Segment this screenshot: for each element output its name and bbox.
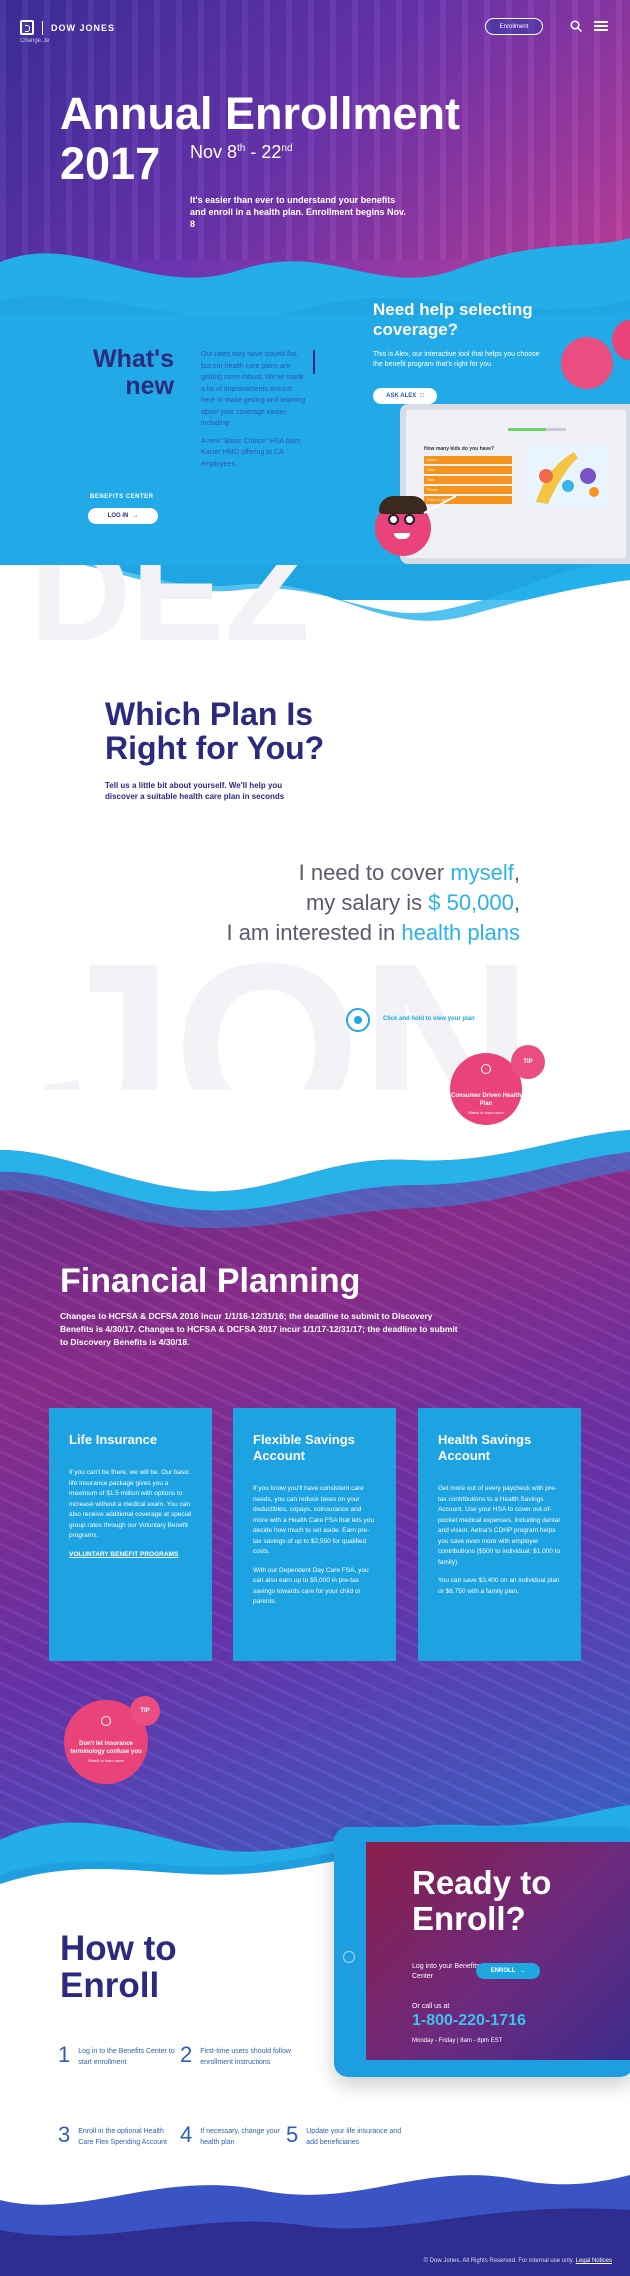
- tip-title: Consumer Driven Health Plan: [450, 1093, 522, 1107]
- login-button[interactable]: LOG IN →: [88, 508, 158, 524]
- press-hold-icon[interactable]: [346, 1008, 370, 1032]
- brand-subtitle: Change..te: [20, 38, 50, 44]
- help-title: Need help selecting coverage?: [373, 300, 533, 339]
- enroll-button[interactable]: ENROLL →: [476, 1963, 540, 1979]
- ask-alex-button[interactable]: ASK ALEX □: [373, 388, 437, 404]
- enroll-step: 3 Enroll in the optional Health Care Flex…: [58, 2122, 167, 2147]
- phone-number-link[interactable]: 1-800-220-1716: [412, 2012, 526, 2030]
- fsa-card: Flexible Savings Account If you know you…: [233, 1408, 396, 1661]
- coverage-selector[interactable]: myself: [450, 860, 514, 885]
- salary-selector[interactable]: $ 50,000: [428, 890, 514, 915]
- alex-eye: [388, 514, 399, 525]
- benefits-center-label: BENEFITS CENTER: [90, 494, 154, 500]
- life-insurance-card: Life Insurance If you can't be there, we…: [49, 1408, 212, 1661]
- financial-title: Financial Planning: [60, 1262, 361, 1300]
- enrollment-dates: Nov 8th - 22nd: [190, 142, 293, 162]
- enroll-step: 5 Update your life insurance and add bene…: [286, 2122, 402, 2147]
- hsa-card: Health Savings Account Get more out of e…: [418, 1408, 581, 1661]
- plan-description: Tell us a little bit about yourself. We'…: [105, 781, 285, 801]
- help-description: This is Alex, our interactive tool that …: [373, 351, 540, 368]
- footer: © Dow Jones. All Rights Reserved. For in…: [423, 2258, 612, 2264]
- tip-title: Don't let insurance terminology confuse …: [70, 1741, 142, 1755]
- tip-subtitle: Watch to learn more: [88, 1758, 124, 1763]
- enroll-step: 2 First-time users should follow enrollme…: [180, 2042, 291, 2067]
- financial-description: Changes to HCFSA & DCFSA 2016 incur 1/1/…: [60, 1311, 458, 1347]
- tip-badge: TIP: [511, 1045, 545, 1079]
- decorative-pink-circle: [561, 337, 613, 389]
- chat-bubble-icon: □: [420, 393, 424, 399]
- enroll-step: 4 If necessary, change your health plan: [180, 2122, 280, 2147]
- whats-new-text: Our rates may have stayed flat, but our …: [201, 351, 306, 468]
- answer-option: Three: [424, 486, 512, 494]
- progress-bar-empty: [546, 428, 566, 431]
- alex-hair: [379, 496, 427, 514]
- dow-jones-logo-icon: [20, 20, 34, 35]
- hero-title: Annual Enrollment: [60, 88, 461, 139]
- answer-option: Two: [424, 476, 512, 484]
- financial-top-wave: [0, 1090, 630, 1229]
- call-label: Or call us at: [412, 2003, 450, 2010]
- family-illustration: [528, 446, 608, 508]
- title-accent-bar: [313, 350, 315, 374]
- brand-logo[interactable]: DOW JONES: [20, 20, 115, 35]
- play-icon: [101, 1716, 111, 1726]
- login-instructions: Log into your Benefits Center: [412, 1963, 480, 1980]
- logo-separator: [42, 20, 43, 35]
- answer-option: Four or more: [424, 496, 512, 504]
- arrow-right-icon: →: [132, 513, 139, 519]
- ready-to-enroll-title: Ready to Enroll?: [412, 1864, 552, 1937]
- tablet-home-button: [343, 1951, 355, 1963]
- call-hours: Monday - Friday | 8am - 8pm EST: [412, 2038, 503, 2044]
- hero-year: 2017: [60, 138, 161, 189]
- progress-bar-filled: [508, 428, 546, 431]
- alex-eye: [404, 514, 415, 525]
- press-hold-label: Click and hold to view your plan: [383, 1016, 475, 1022]
- answer-option: One: [424, 466, 512, 474]
- laptop-question: How many kids do you have?: [424, 446, 495, 452]
- legal-notices-link[interactable]: Legal Notices: [576, 2258, 612, 2264]
- play-icon: [481, 1064, 491, 1074]
- hero-description: It's easier than ever to understand your…: [190, 195, 406, 229]
- plan-section-title: Which Plan Is Right for You?: [105, 696, 325, 766]
- tip-badge: TIP: [130, 1696, 160, 1726]
- plan-selector-sentence: I need to cover myself, my salary is $ 5…: [226, 860, 520, 945]
- tip-subtitle: Watch to learn more: [468, 1110, 504, 1115]
- arrow-right-icon: →: [519, 1968, 526, 1974]
- whats-new-title: What's new: [93, 345, 174, 400]
- brand-name: DOW JONES: [51, 22, 116, 33]
- menu-icon[interactable]: [594, 21, 608, 31]
- voluntary-benefit-link[interactable]: VOLUNTARY BENEFIT PROGRAMS: [69, 1550, 192, 1561]
- interest-selector[interactable]: health plans: [401, 920, 520, 945]
- how-to-enroll-title: How to Enroll: [60, 1929, 177, 2005]
- search-icon[interactable]: [570, 20, 582, 32]
- enrollment-nav-button[interactable]: Enrollment: [485, 18, 543, 35]
- answer-option: None: [424, 456, 512, 464]
- enroll-step: 1 Log in to the Benefits Center to start …: [58, 2042, 175, 2067]
